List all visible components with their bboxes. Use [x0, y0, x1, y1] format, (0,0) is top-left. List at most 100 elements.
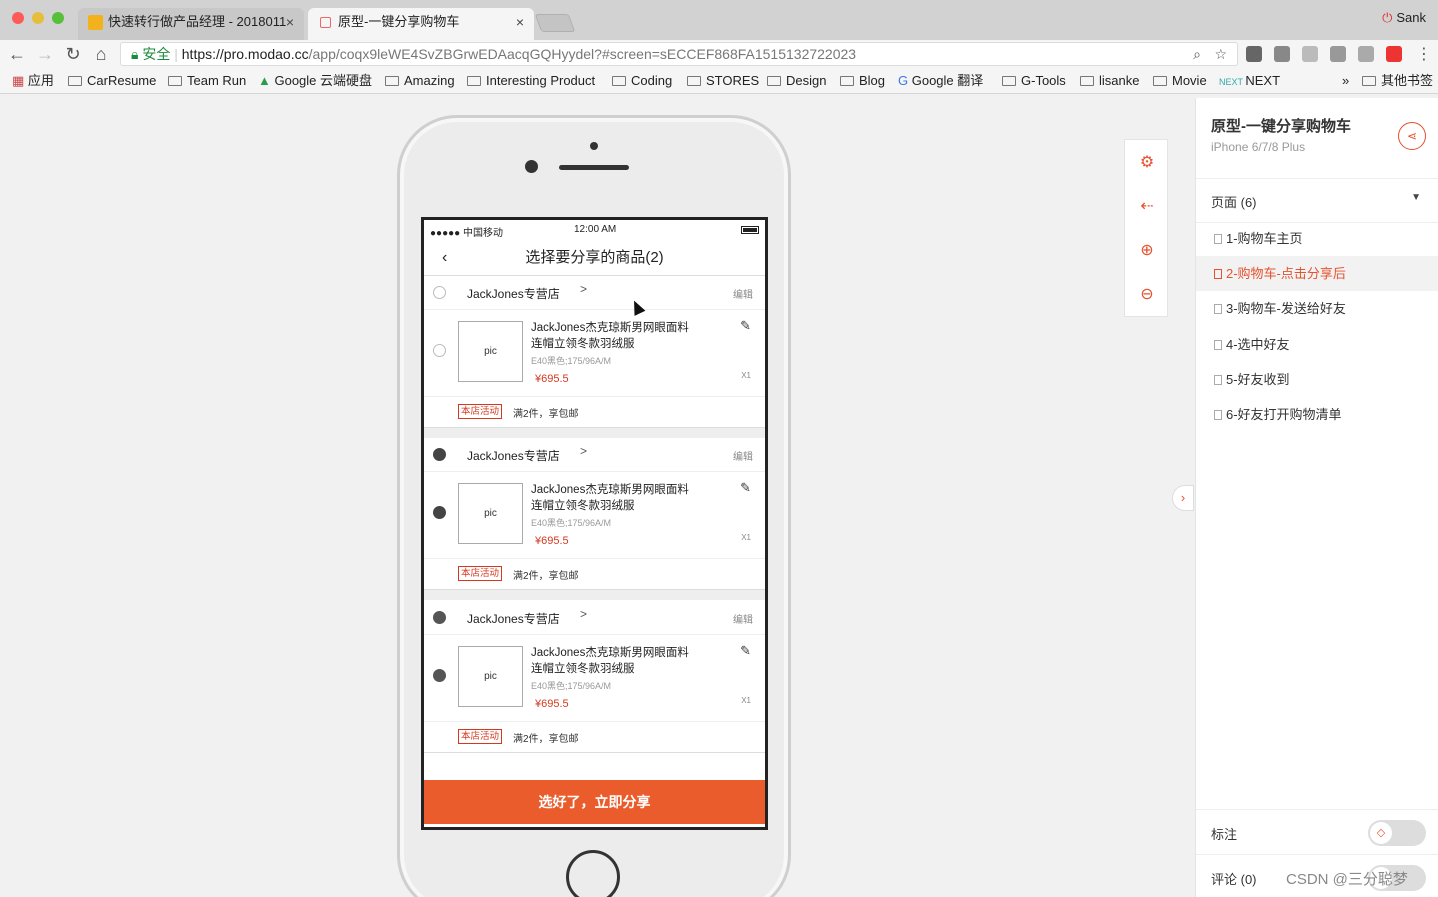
zoom-in-icon[interactable]: ⊕	[1125, 240, 1169, 260]
bookmark-item[interactable]: Coding	[612, 70, 672, 92]
menu-kebab-icon[interactable]: ⋮	[1416, 44, 1432, 64]
bookmark-item[interactable]: Design	[767, 70, 826, 92]
tab-1[interactable]: 快速转行做产品经理 - 2018011 ×	[78, 8, 304, 40]
device-label: iPhone 6/7/8 Plus	[1211, 140, 1306, 154]
tab-2[interactable]: 原型-一键分享购物车 ×	[308, 8, 534, 40]
page-item[interactable]: 6-好友打开购物清单	[1196, 397, 1438, 432]
profile-button[interactable]: ⏻ Sank	[1382, 10, 1426, 26]
back-chevron-icon[interactable]: ‹	[442, 240, 447, 276]
url-path: /app/coqx9leWE4SvZBGrwEDAacqGQHyydel?#sc…	[308, 46, 857, 62]
product-qty: X1	[741, 371, 751, 380]
evernote-extension-icon[interactable]	[1246, 46, 1262, 62]
share-icon[interactable]: ⋖	[1398, 122, 1426, 150]
document-icon	[1214, 304, 1222, 314]
page-item[interactable]: 4-选中好友	[1196, 327, 1438, 362]
pages-section-header[interactable]: 页面 (6) ▼	[1196, 178, 1438, 223]
section-gap	[424, 590, 765, 600]
product-spec: E40黑色;175/96A/M	[531, 518, 612, 528]
product-name: JackJones杰克琼斯男网眼面料 连帽立领冬款羽绒服	[531, 322, 689, 350]
carrier-label: ●●●●● 中国移动	[430, 228, 503, 239]
folder-icon	[1002, 76, 1016, 86]
bookmark-star-icon[interactable]: ☆	[1214, 43, 1227, 65]
store-header: JackJones专营店 > 编辑	[424, 438, 765, 472]
bookmark-item[interactable]: Amazing	[385, 70, 455, 92]
annotation-toggle[interactable]: ◇	[1368, 820, 1426, 846]
home-button[interactable]	[566, 850, 620, 897]
share-now-button[interactable]: 选好了，立即分享	[424, 780, 765, 824]
edit-button[interactable]: 编辑	[733, 448, 753, 463]
nav-bar: ‹ 选择要分享的商品(2)	[424, 240, 765, 276]
bookmark-item[interactable]: lisanke	[1080, 70, 1139, 92]
pencil-icon[interactable]: ✎	[740, 480, 751, 496]
page-item-selected[interactable]: 2-购物车-点击分享后	[1196, 256, 1438, 291]
red-extension-icon[interactable]	[1386, 46, 1402, 62]
forward-arrow-icon[interactable]: →	[34, 44, 56, 65]
back-arrow-icon[interactable]: ⇠	[1125, 196, 1169, 216]
folder-icon	[385, 76, 399, 86]
pencil-icon[interactable]: ✎	[740, 643, 751, 659]
promo-tag: 本店活动	[458, 404, 503, 419]
bookmark-item[interactable]: NEXT NEXT	[1219, 70, 1280, 93]
page-item[interactable]: 5-好友收到	[1196, 362, 1438, 397]
store-card: JackJones专营店 > 编辑 pic JackJones杰克琼斯男网眼面料…	[424, 601, 765, 753]
item-radio[interactable]	[433, 344, 446, 357]
edit-button[interactable]: 编辑	[733, 286, 753, 301]
store-name[interactable]: JackJones专营店	[467, 285, 560, 302]
tab-1-close-icon[interactable]: ×	[286, 8, 294, 36]
settings-gear-icon[interactable]: ⚙	[1125, 152, 1169, 172]
address-bar[interactable]: 🔒︎ 安全 | https://pro.modao.cc/app/coqx9le…	[120, 42, 1238, 66]
zoom-out-icon[interactable]: ⊖	[1125, 284, 1169, 304]
comments-label: 评论 (0)	[1211, 872, 1257, 887]
reload-icon[interactable]: ↻	[62, 44, 84, 65]
bookmark-item[interactable]: Interesting Product	[467, 70, 595, 92]
store-card: JackJones专营店 > 编辑 pic JackJones杰克琼斯男网眼面料…	[424, 438, 765, 590]
store-radio[interactable]	[433, 286, 446, 299]
bookmark-item[interactable]: ▲ Google 云端硬盘	[258, 70, 372, 92]
product-image[interactable]: pic	[458, 321, 523, 382]
pencil-icon[interactable]: ✎	[740, 318, 751, 334]
page-item[interactable]: 3-购物车-发送给好友	[1196, 291, 1438, 326]
bookmark-item[interactable]: CarResume	[68, 70, 156, 92]
bookmark-item[interactable]: Movie	[1153, 70, 1207, 92]
document-icon	[1214, 410, 1222, 420]
home-icon[interactable]: ⌂	[90, 44, 112, 65]
back-arrow-icon[interactable]: ←	[6, 44, 28, 65]
bookmark-item[interactable]: STORES	[687, 70, 759, 92]
maximize-window-button[interactable]	[52, 12, 64, 24]
product-image[interactable]: pic	[458, 483, 523, 544]
other-bookmarks[interactable]: 其他书签	[1362, 70, 1433, 92]
office-extension-icon[interactable]	[1330, 46, 1346, 62]
product-name: JackJones杰克琼斯男网眼面料 连帽立领冬款羽绒服	[531, 647, 689, 675]
bookmark-item[interactable]: G Google 翻译	[898, 70, 983, 92]
secure-label: 安全	[142, 46, 171, 62]
cloud-extension-icon[interactable]	[1302, 46, 1318, 62]
qr-extension-icon[interactable]	[1274, 46, 1290, 62]
item-radio[interactable]	[433, 669, 446, 682]
store-radio[interactable]	[433, 611, 446, 624]
item-radio[interactable]	[433, 506, 446, 519]
rp-extension-icon[interactable]	[1358, 46, 1374, 62]
bookmark-item[interactable]: G-Tools	[1002, 70, 1066, 92]
bookmark-item[interactable]: Team Run	[168, 70, 246, 92]
bookmark-item[interactable]: Blog	[840, 70, 885, 92]
more-bookmarks-icon[interactable]: »	[1342, 70, 1349, 92]
folder-icon	[767, 76, 781, 86]
bookmark-apps[interactable]: ▦ 应用	[12, 70, 54, 92]
folder-icon	[1153, 76, 1167, 86]
page-item[interactable]: 1-购物车主页	[1196, 221, 1438, 256]
new-tab-button[interactable]	[534, 14, 576, 32]
store-radio[interactable]	[433, 448, 446, 461]
edit-button[interactable]: 编辑	[733, 611, 753, 626]
zoom-icon[interactable]: ⌕	[1193, 43, 1201, 65]
minimize-window-button[interactable]	[32, 12, 44, 24]
tab-2-close-icon[interactable]: ×	[516, 8, 524, 36]
store-name[interactable]: JackJones专营店	[467, 610, 560, 627]
store-name[interactable]: JackJones专营店	[467, 447, 560, 464]
collapse-panel-chevron-icon[interactable]: ›	[1172, 485, 1194, 511]
close-window-button[interactable]	[12, 12, 24, 24]
google-translate-icon: G	[898, 73, 912, 88]
right-panel: 原型-一键分享购物车 iPhone 6/7/8 Plus ⋖ 页面 (6) ▼ …	[1195, 98, 1438, 897]
product-spec: E40黑色;175/96A/M	[531, 681, 612, 691]
promo-row: 本店活动 满2件，享包邮	[424, 396, 765, 428]
product-image[interactable]: pic	[458, 646, 523, 707]
